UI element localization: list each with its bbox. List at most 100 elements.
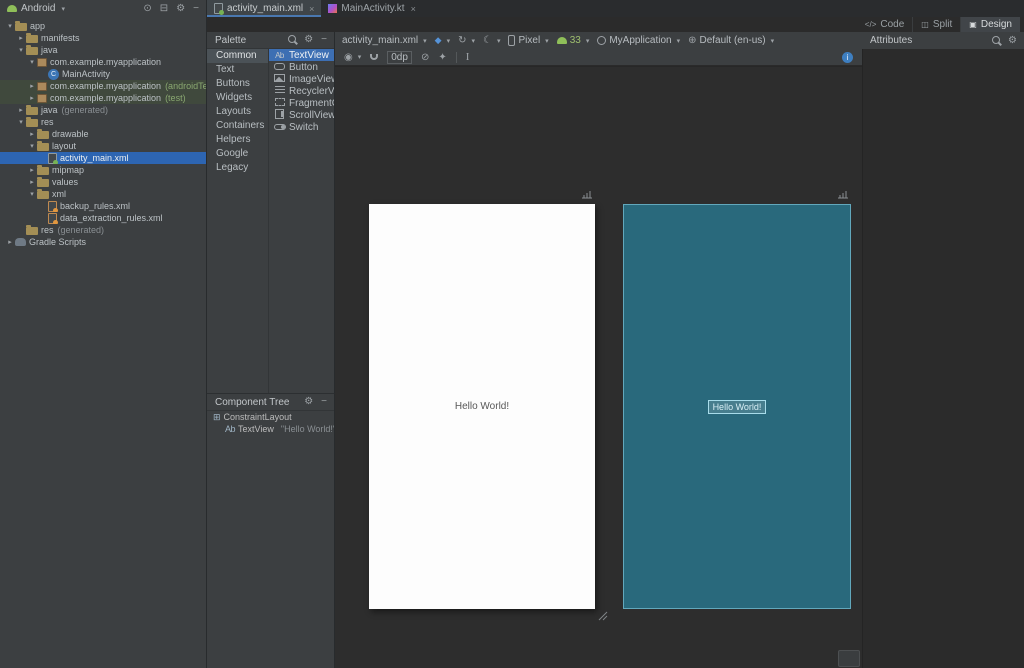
tree-item-manifests[interactable]: ▸ manifests xyxy=(0,32,206,44)
default-margins-button[interactable]: 0dp xyxy=(387,50,412,64)
infer-constraints-button[interactable]: ✦ xyxy=(438,52,446,63)
settings-gear-icon[interactable]: ⚙ xyxy=(173,3,188,14)
clear-constraints-button[interactable]: ⊘ xyxy=(421,52,429,63)
locale-selector[interactable]: ⊕ Default (en-us) ▾ xyxy=(688,35,774,46)
tree-item-backup-rules[interactable]: backup_rules.xml xyxy=(0,200,206,212)
chevron-right-icon[interactable]: ▸ xyxy=(16,34,26,42)
palette-category-legacy[interactable]: Legacy xyxy=(207,161,268,175)
palette-category-containers[interactable]: Containers xyxy=(207,119,268,133)
chevron-down-icon[interactable]: ▾ xyxy=(16,118,26,126)
autoconnect-button[interactable] xyxy=(370,54,379,60)
tree-item-xml[interactable]: ▾ xml xyxy=(0,188,206,200)
tree-item-label: manifests xyxy=(41,33,80,43)
palette-item-scrollview[interactable]: ScrollView xyxy=(269,109,334,121)
palette-category-buttons[interactable]: Buttons xyxy=(207,77,268,91)
tree-item-java-generated[interactable]: ▸ java (generated) xyxy=(0,104,206,116)
tree-item-mipmap[interactable]: ▸ mipmap xyxy=(0,164,206,176)
gear-icon[interactable]: ⚙ xyxy=(301,397,316,407)
design-surface-selector[interactable]: ◆ ▾ xyxy=(435,35,450,46)
tree-item-java[interactable]: ▾ java xyxy=(0,44,206,56)
text-cursor-icon: I xyxy=(465,51,470,63)
chevron-right-icon[interactable]: ▸ xyxy=(16,106,26,114)
tree-item-label: res xyxy=(41,225,54,235)
chevron-right-icon[interactable]: ▸ xyxy=(27,82,37,90)
kotlin-file-icon xyxy=(328,4,338,13)
palette-item-switch[interactable]: Switch xyxy=(269,121,334,133)
palette-category-helpers[interactable]: Helpers xyxy=(207,133,268,147)
mode-code-button[interactable]: </> Code xyxy=(857,17,912,32)
tab-activity-main-xml[interactable]: activity_main.xml × xyxy=(207,0,322,17)
palette-item-fragmentcontainerview[interactable]: FragmentC… xyxy=(269,97,334,109)
info-icon[interactable]: i xyxy=(842,51,853,63)
folder-icon xyxy=(26,224,38,235)
tree-item-package-test[interactable]: ▸ com.example.myapplication (test) xyxy=(0,92,206,104)
device-selector[interactable]: Pixel ▾ xyxy=(508,35,549,46)
palette-item-textview[interactable]: Ab TextView xyxy=(269,49,334,61)
palette-item-imageview[interactable]: ImageView xyxy=(269,73,334,85)
api-level-selector[interactable]: 33 ▾ xyxy=(556,35,589,46)
tree-item-drawable[interactable]: ▸ drawable xyxy=(0,128,206,140)
tree-item-package-androidtest[interactable]: ▸ com.example.myapplication (androidTest… xyxy=(0,80,206,92)
search-icon[interactable] xyxy=(287,34,299,46)
zoom-controls-collapsed[interactable] xyxy=(838,650,860,667)
design-view-preview[interactable]: Hello World! xyxy=(369,204,595,609)
hide-panel-icon[interactable]: − xyxy=(190,3,202,14)
moon-icon: ☾ xyxy=(483,35,492,46)
palette-category-layouts[interactable]: Layouts xyxy=(207,105,268,119)
project-view-selector[interactable]: Android xyxy=(21,3,55,14)
chevron-down-icon[interactable]: ▾ xyxy=(27,58,37,66)
hello-world-textview[interactable]: Hello World! xyxy=(455,401,509,412)
close-icon[interactable]: × xyxy=(309,4,314,14)
resize-handle[interactable] xyxy=(597,610,608,624)
component-item-textview[interactable]: Ab TextView "Hello World!" xyxy=(207,423,334,435)
palette-category-text[interactable]: Text xyxy=(207,63,268,77)
chevron-right-icon[interactable]: ▸ xyxy=(27,166,37,174)
file-selector[interactable]: activity_main.xml ▾ xyxy=(342,35,427,46)
hide-panel-icon[interactable]: − xyxy=(318,35,330,45)
palette-item-recyclerview[interactable]: RecyclerView xyxy=(269,85,334,97)
chevron-down-icon[interactable]: ▾ xyxy=(27,142,37,150)
tree-item-res[interactable]: ▾ res xyxy=(0,116,206,128)
text-cursor-button[interactable]: I xyxy=(466,51,470,63)
mode-split-button[interactable]: ◫ Split xyxy=(912,17,960,32)
tree-item-values[interactable]: ▸ values xyxy=(0,176,206,188)
gear-icon[interactable]: ⚙ xyxy=(301,35,316,45)
chevron-right-icon[interactable]: ▸ xyxy=(27,94,37,102)
tree-item-activity-main-xml[interactable]: activity_main.xml xyxy=(0,152,206,164)
chevron-right-icon[interactable]: ▸ xyxy=(27,130,37,138)
close-icon[interactable]: × xyxy=(411,4,416,14)
night-mode-selector[interactable]: ☾ ▾ xyxy=(483,35,500,46)
chevron-right-icon[interactable]: ▸ xyxy=(5,238,15,246)
search-icon[interactable] xyxy=(991,35,1003,47)
palette-category-google[interactable]: Google xyxy=(207,147,268,161)
chevron-down-icon[interactable]: ▾ xyxy=(5,22,15,30)
chevron-down-icon[interactable]: ▾ xyxy=(27,190,37,198)
tree-item-mainactivity[interactable]: C MainActivity xyxy=(0,68,206,80)
tree-item-package-main[interactable]: ▾ com.example.myapplication xyxy=(0,56,206,68)
hello-world-textview-blueprint[interactable]: Hello World! xyxy=(707,399,767,414)
component-item-constraintlayout[interactable]: ⊞ ConstraintLayout xyxy=(207,411,334,423)
tree-item-app[interactable]: ▾ app xyxy=(0,20,206,32)
palette-category-common[interactable]: Common xyxy=(207,49,268,63)
locate-file-icon[interactable]: ⊙ xyxy=(140,3,154,14)
tab-mainactivity-kt[interactable]: MainActivity.kt × xyxy=(321,0,422,17)
gear-icon[interactable]: ⚙ xyxy=(1005,35,1020,46)
blueprint-view-preview[interactable]: Hello World! xyxy=(623,204,851,609)
chevron-down-icon[interactable]: ▾ xyxy=(16,46,26,54)
chevron-right-icon[interactable]: ▸ xyxy=(27,178,37,186)
hide-panel-icon[interactable]: − xyxy=(318,397,330,407)
palette-item-button[interactable]: Button xyxy=(269,61,334,73)
orientation-selector[interactable]: ↻ ▾ xyxy=(458,35,475,46)
tree-item-gradle-scripts[interactable]: ▸ Gradle Scripts xyxy=(0,236,206,248)
view-options-button[interactable]: ◉ ▾ xyxy=(344,52,361,63)
design-canvas[interactable]: Hello World! Hello World! xyxy=(335,66,862,668)
collapse-all-icon[interactable]: ⊟ xyxy=(157,3,171,14)
tree-item-res-generated[interactable]: res (generated) xyxy=(0,224,206,236)
chevron-down-icon[interactable]: ▾ xyxy=(61,5,65,13)
tree-item-layout[interactable]: ▾ layout xyxy=(0,140,206,152)
theme-selector[interactable]: MyApplication ▾ xyxy=(597,35,680,46)
mode-design-button[interactable]: ▣ Design xyxy=(960,17,1020,32)
tree-item-data-extraction-rules[interactable]: data_extraction_rules.xml xyxy=(0,212,206,224)
xml-file-icon xyxy=(48,200,58,212)
palette-category-widgets[interactable]: Widgets xyxy=(207,91,268,105)
